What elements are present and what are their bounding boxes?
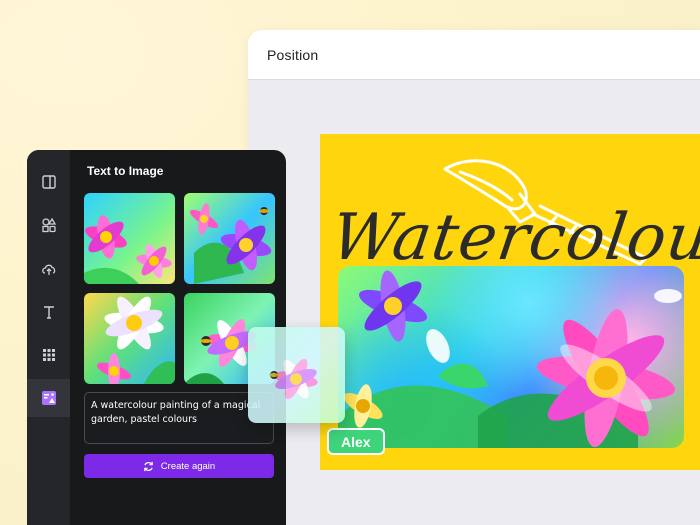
text-to-image-icon — [41, 391, 56, 405]
flower-image — [248, 327, 345, 423]
rail-upload-button[interactable] — [33, 253, 64, 284]
prompt-input[interactable]: A watercolour painting of a magical gard… — [84, 392, 274, 444]
flower-image — [184, 193, 275, 284]
refresh-icon — [144, 461, 153, 471]
flower-artwork — [338, 270, 682, 448]
rail-text-to-image-button[interactable] — [27, 379, 70, 417]
apps-grid-icon — [42, 348, 55, 361]
create-again-label: Create again — [160, 460, 216, 472]
text-icon — [43, 305, 54, 319]
upload-icon — [41, 264, 55, 275]
collaborator-tag: Alex — [327, 428, 385, 455]
side-rail — [27, 150, 70, 525]
create-again-button[interactable]: Create again — [84, 454, 274, 478]
rail-text-button[interactable] — [33, 296, 64, 327]
flower-image — [84, 193, 175, 284]
rail-apps-button[interactable] — [33, 339, 64, 370]
dragged-image-preview[interactable] — [248, 327, 345, 423]
flower-photo[interactable] — [338, 266, 684, 448]
result-thumbnail-2[interactable] — [184, 193, 275, 284]
elements-icon — [41, 217, 56, 232]
flower-image — [84, 293, 175, 384]
panel-title: Text to Image — [87, 164, 164, 178]
layout-icon — [41, 174, 56, 189]
editor-title[interactable]: Position — [267, 47, 318, 63]
design-headline[interactable]: Watercolour — [327, 201, 700, 275]
result-thumbnail-1[interactable] — [84, 193, 175, 284]
result-thumbnail-3[interactable] — [84, 293, 175, 384]
rail-elements-button[interactable] — [33, 209, 64, 240]
rail-layout-button[interactable] — [33, 166, 64, 197]
editor-header: Position — [248, 30, 700, 80]
